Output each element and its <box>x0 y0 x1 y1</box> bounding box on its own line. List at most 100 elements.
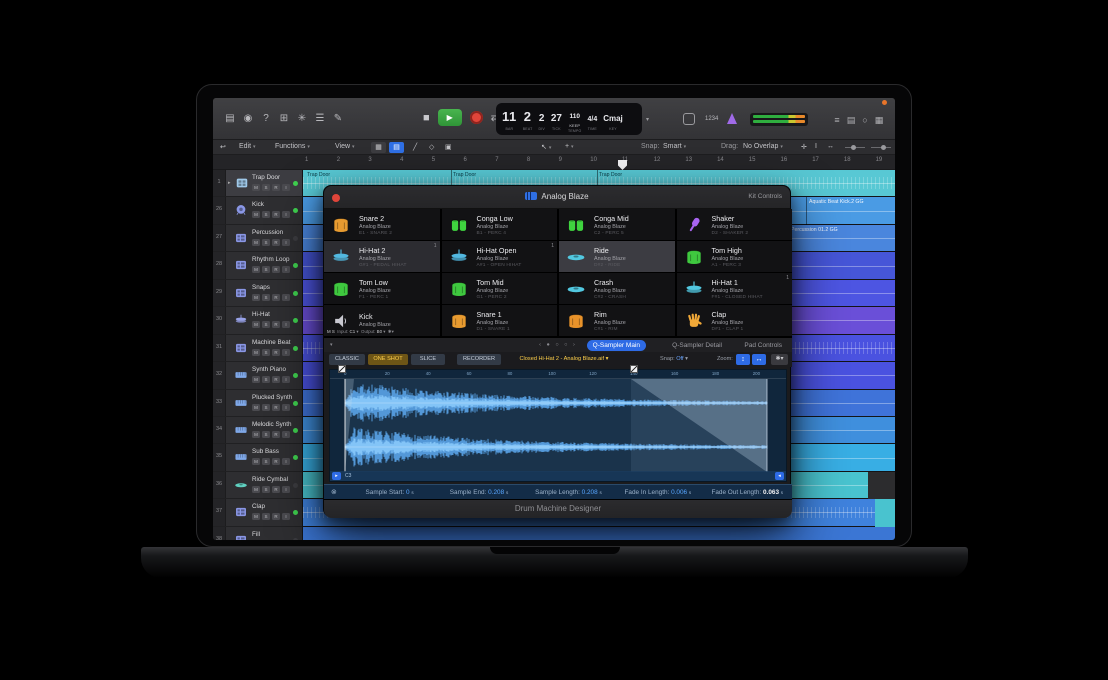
drag-select[interactable]: No Overlap ▾ <box>743 143 783 150</box>
record-enable-button[interactable]: R <box>272 458 280 465</box>
track-header[interactable]: 36 ▸ Ride Cymbal M S R I <box>213 472 302 499</box>
mute-button[interactable]: M <box>252 184 260 191</box>
toolbar-icon[interactable]: ⊞ <box>277 112 291 126</box>
toolbar-icon[interactable]: ? <box>259 112 273 126</box>
h-zoom-icon[interactable]: ↔ <box>827 143 834 150</box>
sample-info-field[interactable]: Sample End: 0.208 s <box>434 489 523 496</box>
solo-button[interactable]: S <box>262 513 270 520</box>
input-monitor-button[interactable]: I <box>282 239 290 246</box>
scroll-right-button[interactable]: ◂ <box>775 472 784 480</box>
drum-pad[interactable]: Ride Analog Blaze D#2 - RIDE ▾ ▾ ✱▾ <box>559 241 675 272</box>
record-enable-button[interactable]: R <box>272 376 280 383</box>
input-monitor-button[interactable]: I <box>282 266 290 273</box>
track-header[interactable]: 31 ▸ Machine Beat M S R I <box>213 335 302 362</box>
drum-pad[interactable]: Tom High Analog Blaze A1 - PERC 3 ▾ ▾ ✱▾ <box>677 241 793 272</box>
mode-classic-button[interactable]: CLASSIC <box>329 354 365 365</box>
solo-button[interactable]: S <box>262 486 270 493</box>
solo-button[interactable]: S <box>262 349 270 356</box>
toolbar-icon[interactable]: ▤ <box>223 112 237 126</box>
toolbar-icon[interactable]: ✳ <box>295 112 309 126</box>
stop-button[interactable]: ■ <box>423 112 430 124</box>
flex-icon[interactable]: ◇ <box>429 143 434 151</box>
record-enable-button[interactable]: R <box>272 349 280 356</box>
v-zoom-slider[interactable] <box>845 147 865 148</box>
input-monitor-button[interactable]: I <box>282 294 290 301</box>
drum-pad[interactable]: Tom Low Analog Blaze F1 - PERC 1 ▾ ▾ ✱▾ <box>324 273 440 304</box>
drum-pad[interactable]: Rim Analog Blaze C#1 - RIM ▾ ▾ ✱▾ <box>559 305 675 336</box>
disclosure-icon[interactable]: ▸ <box>228 180 231 186</box>
tuner-icon[interactable] <box>683 113 695 125</box>
input-monitor-button[interactable]: I <box>282 349 290 356</box>
toolbar-icon[interactable]: ▦ <box>872 113 886 127</box>
record-enable-button[interactable]: R <box>272 266 280 273</box>
mode-slice-button[interactable]: SLICE <box>411 354 445 365</box>
solo-button[interactable]: S <box>262 431 270 438</box>
solo-button[interactable]: S <box>262 294 270 301</box>
drum-pad[interactable]: Tom Mid Analog Blaze G1 - PERC 2 ▾ ▾ ✱▾ <box>442 273 558 304</box>
solo-button[interactable]: S <box>262 458 270 465</box>
mute-button[interactable]: M <box>252 513 260 520</box>
lcd-display[interactable]: 11BAR 2BEAT 2DIV 27TICK 110KEEPTEMPO 4/4… <box>496 103 642 135</box>
plugin-titlebar[interactable]: Analog Blaze Kit Controls <box>324 186 790 209</box>
solo-button[interactable]: S <box>262 404 270 411</box>
record-enable-button[interactable]: R <box>272 211 280 218</box>
pointer-tool[interactable]: ↖ ▾ <box>541 143 551 151</box>
track-header[interactable]: 33 ▸ Plucked Synth M S R I <box>213 390 302 417</box>
back-icon[interactable]: ↩ <box>220 143 226 151</box>
drum-pad[interactable]: Hi-Hat Open Analog Blaze A#1 - OPEN HIHA… <box>442 241 558 272</box>
track-header[interactable]: 29 ▸ Snaps M S R I <box>213 280 302 307</box>
edit-menu[interactable]: Edit ▾ <box>239 143 256 150</box>
mute-button[interactable]: M <box>252 321 260 328</box>
mute-button[interactable]: M <box>252 376 260 383</box>
toolbar-icon[interactable]: ▤ <box>844 113 858 127</box>
text-tool-icon[interactable]: I <box>815 143 817 150</box>
metronome-icon[interactable] <box>727 113 737 124</box>
mute-button[interactable]: M <box>252 266 260 273</box>
track-header[interactable]: 26 ▸ Kick M S R I <box>213 197 302 224</box>
crosshair-icon[interactable]: ✛ <box>801 143 807 151</box>
record-enable-button[interactable]: R <box>272 184 280 191</box>
mute-button[interactable]: M <box>252 294 260 301</box>
track-header[interactable]: 28 ▸ Rhythm Loop M S R I <box>213 252 302 279</box>
mute-button[interactable]: M <box>252 431 260 438</box>
track-header[interactable]: 37 ▸ Clap M S R I <box>213 499 302 526</box>
input-monitor-button[interactable]: I <box>282 513 290 520</box>
bar-ruler[interactable]: 12345678910111213141516171819 <box>213 155 895 170</box>
record-enable-button[interactable]: R <box>272 431 280 438</box>
record-enable-button[interactable]: R <box>272 486 280 493</box>
drum-pad[interactable]: Snare 2 Analog Blaze E1 - SNARE 2 ▾ ▾ ✱▾ <box>324 209 440 240</box>
snap-select[interactable]: Snap: Off ▾ <box>660 356 688 362</box>
zoom-horizontal-button[interactable]: ↔ <box>752 354 766 365</box>
input-monitor-button[interactable]: I <box>282 404 290 411</box>
mute-button[interactable]: M <box>252 458 260 465</box>
mute-button[interactable]: M <box>252 404 260 411</box>
toolbar-icon[interactable]: ○ <box>858 113 872 127</box>
record-enable-button[interactable]: R <box>272 294 280 301</box>
record-enable-button[interactable]: R <box>272 239 280 246</box>
record-enable-button[interactable]: R <box>272 513 280 520</box>
sample-info-field[interactable]: Fade Out Length: 0.063 s <box>703 489 792 496</box>
play-button[interactable]: ▶ <box>438 109 462 126</box>
record-enable-button[interactable]: R <box>272 404 280 411</box>
h-zoom-slider[interactable] <box>871 147 891 148</box>
sample-info-field[interactable]: Sample Length: 0.208 s <box>524 489 613 496</box>
secondary-tool[interactable]: + ▾ <box>565 143 574 150</box>
drum-pad[interactable]: Kick Analog Blaze M S Input: C1 ▾ Output… <box>324 305 440 336</box>
toolbar-icon[interactable]: ✎ <box>331 112 345 126</box>
drum-pad[interactable]: Snare 1 Analog Blaze D1 - SNARE 1 ▾ ▾ ✱▾ <box>442 305 558 336</box>
tab-q-sampler-detail[interactable]: Q-Sampler Detail <box>666 340 728 351</box>
waveform-display[interactable]: 020406080100120140160180200 ▸ C3 ◂ <box>329 369 787 482</box>
drum-pad[interactable]: Conga Low Analog Blaze B1 - PERC 4 ▾ ▾ ✱… <box>442 209 558 240</box>
solo-button[interactable]: S <box>262 321 270 328</box>
input-monitor-button[interactable]: I <box>282 458 290 465</box>
zoom-vertical-button[interactable]: ↕ <box>736 354 750 365</box>
count-in-button[interactable]: 1234 <box>705 116 718 122</box>
drum-pad[interactable]: Hi-Hat 1 Analog Blaze F#1 - CLOSED HIHAT… <box>677 273 793 304</box>
view-menu[interactable]: View ▾ <box>335 143 355 150</box>
drum-pad[interactable]: Crash Analog Blaze C#2 - CRASH ▾ ▾ ✱▾ <box>559 273 675 304</box>
solo-button[interactable]: S <box>262 266 270 273</box>
input-monitor-button[interactable]: I <box>282 376 290 383</box>
input-monitor-button[interactable]: I <box>282 211 290 218</box>
mute-button[interactable]: M <box>252 239 260 246</box>
region[interactable] <box>875 499 895 526</box>
